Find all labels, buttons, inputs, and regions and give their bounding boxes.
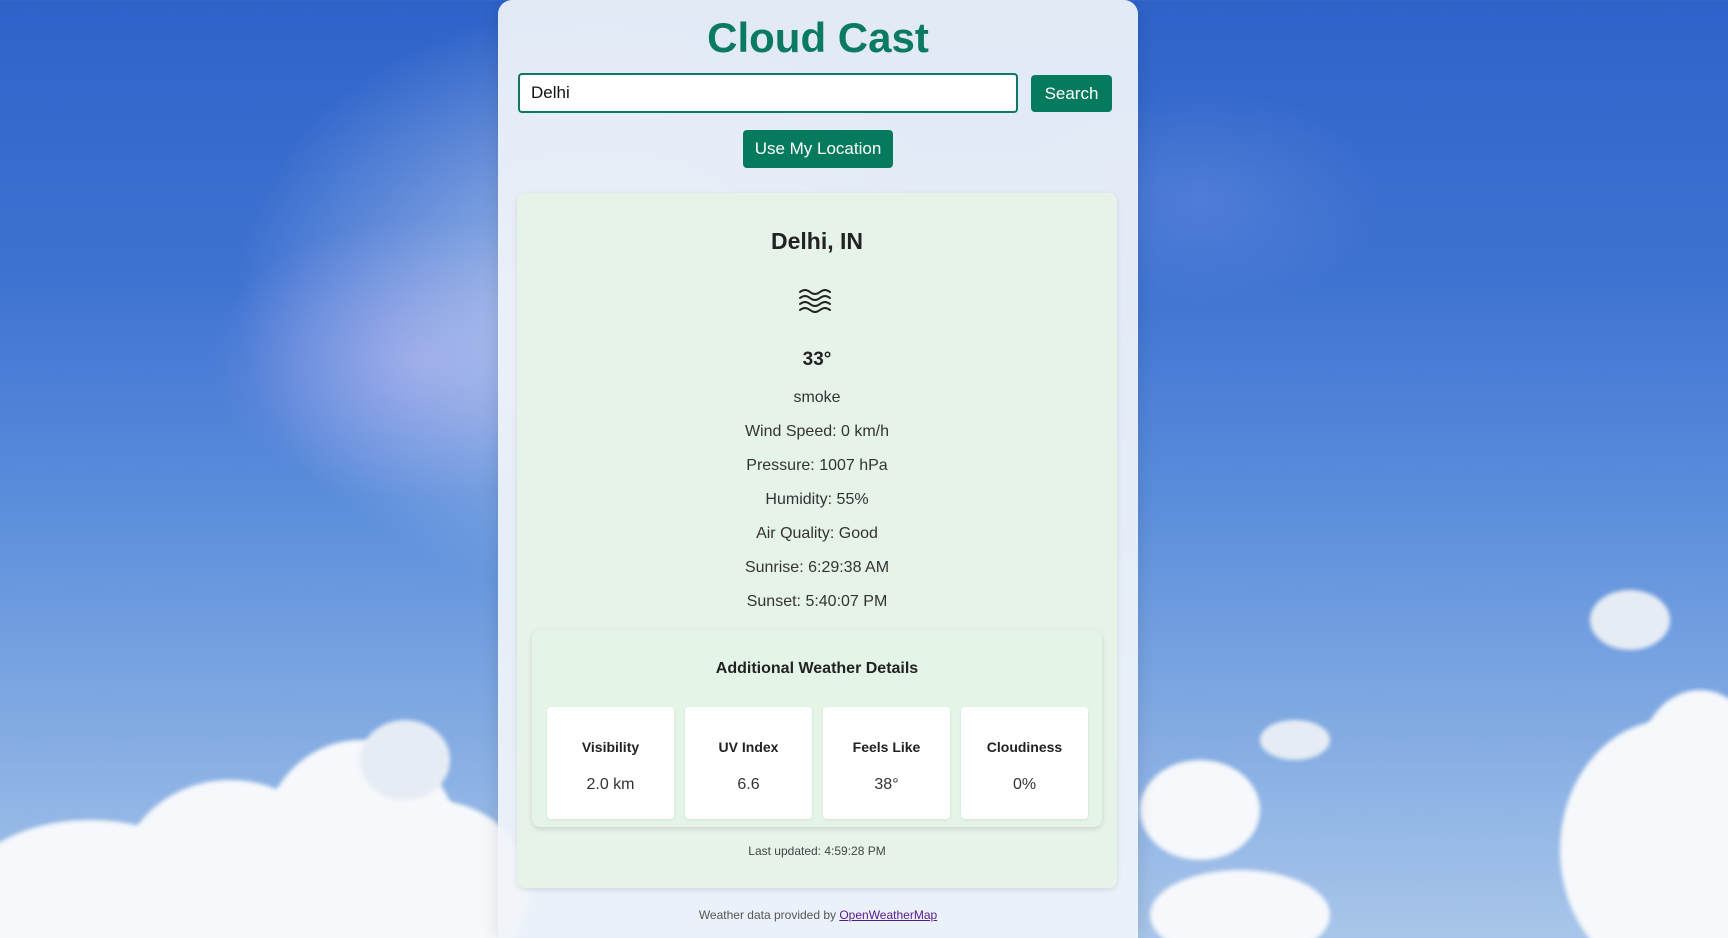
weather-description: smoke bbox=[793, 389, 841, 406]
city-name: Delhi, IN bbox=[770, 228, 863, 254]
tile-value: 0% bbox=[1012, 776, 1037, 793]
humidity: Humidity: 55% bbox=[765, 491, 869, 508]
feels-like-tile: Feels Like 38° bbox=[823, 707, 950, 819]
footer-text: Weather data provided by bbox=[698, 908, 840, 922]
sunset: Sunset: 5:40:07 PM bbox=[746, 593, 888, 610]
temperature: 33° bbox=[802, 349, 832, 370]
tile-label: Feels Like bbox=[852, 739, 921, 755]
last-updated: Last updated: 4:59:28 PM bbox=[748, 844, 886, 858]
footer: Weather data provided by OpenWeatherMap bbox=[498, 908, 1138, 922]
pressure: Pressure: 1007 hPa bbox=[746, 457, 888, 474]
tile-label: Visibility bbox=[581, 739, 640, 755]
use-my-location-button[interactable]: Use My Location bbox=[743, 130, 893, 168]
air-quality: Air Quality: Good bbox=[756, 525, 878, 542]
additional-details-panel: Additional Weather Details Visibility 2.… bbox=[532, 630, 1102, 827]
details-title: Additional Weather Details bbox=[715, 660, 919, 677]
app-container: Cloud Cast Search Use My Location Delhi,… bbox=[498, 0, 1138, 938]
tile-value: 6.6 bbox=[737, 776, 760, 793]
tile-label: UV Index bbox=[718, 739, 779, 755]
cloudiness-tile: Cloudiness 0% bbox=[961, 707, 1088, 819]
city-search-input[interactable] bbox=[518, 73, 1018, 113]
fog-waves-icon bbox=[797, 287, 835, 318]
tile-value: 38° bbox=[874, 776, 899, 793]
tile-label: Cloudiness bbox=[986, 739, 1063, 755]
uv-index-tile: UV Index 6.6 bbox=[685, 707, 812, 819]
tile-value: 2.0 km bbox=[586, 776, 635, 793]
weather-card: Delhi, IN 33° smoke Wind Speed: 0 km/h P… bbox=[517, 193, 1117, 888]
sunrise: Sunrise: 6:29:38 AM bbox=[744, 559, 890, 576]
openweathermap-link[interactable]: OpenWeatherMap bbox=[839, 908, 937, 922]
visibility-tile: Visibility 2.0 km bbox=[547, 707, 674, 819]
app-title: Cloud Cast bbox=[707, 14, 929, 61]
search-button[interactable]: Search bbox=[1031, 75, 1112, 112]
wind-speed: Wind Speed: 0 km/h bbox=[744, 423, 890, 440]
